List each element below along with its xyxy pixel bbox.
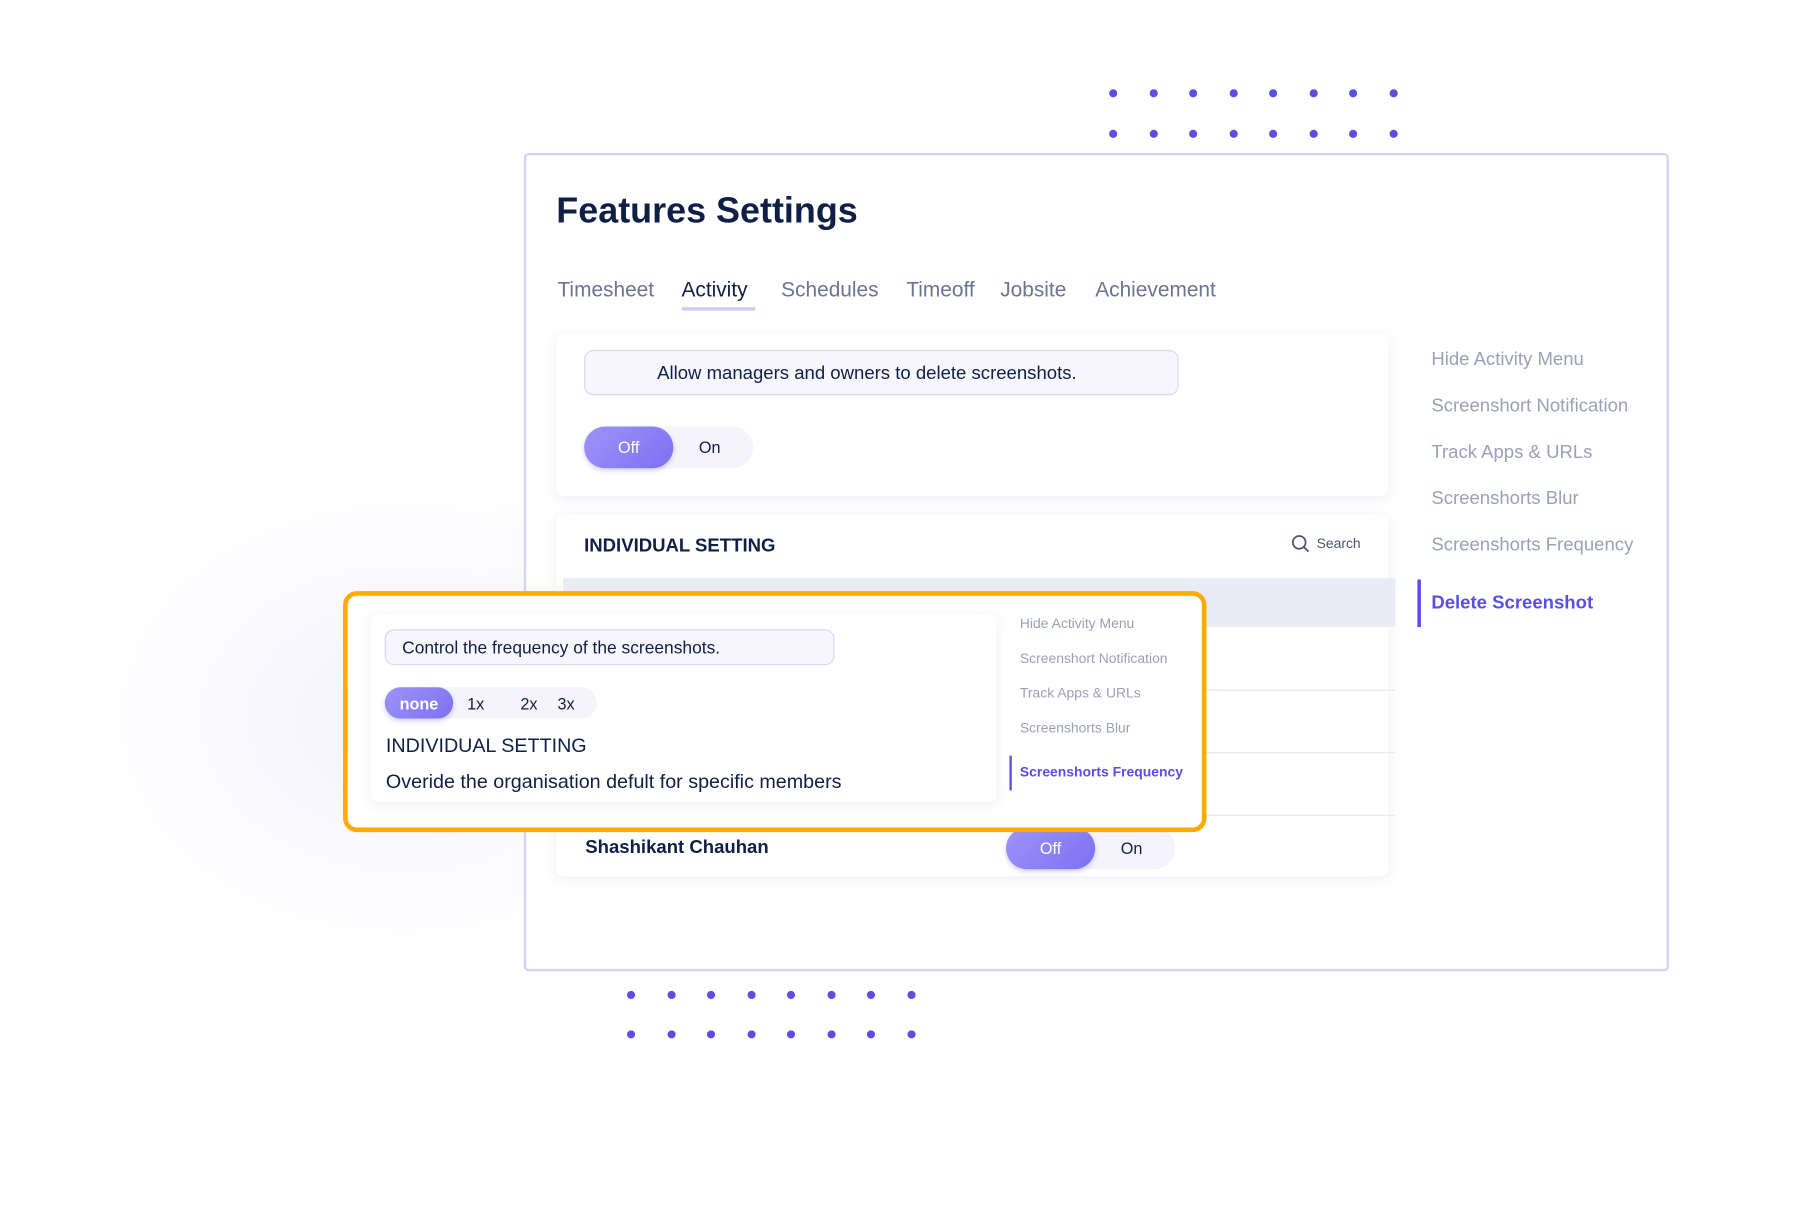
decorative-dot xyxy=(786,1030,796,1039)
decorative-dot xyxy=(1189,129,1198,138)
decorative-dot xyxy=(1309,129,1318,138)
nav-screenshot-notification[interactable]: Screenshort Notification xyxy=(1020,650,1168,666)
toggle-on-option[interactable]: On xyxy=(1121,839,1143,858)
nav-screenshots-frequency[interactable]: Screenshorts Frequency xyxy=(1020,764,1183,780)
option-none[interactable]: none xyxy=(384,687,454,719)
overlay-subtext: Overide the organisation defult for spec… xyxy=(385,770,842,793)
decorative-dot xyxy=(1389,129,1398,138)
decorative-dot xyxy=(1269,89,1278,98)
decorative-dot xyxy=(786,990,796,1000)
active-nav-indicator xyxy=(1009,755,1012,791)
decorative-dot xyxy=(1149,89,1158,98)
decorative-dot xyxy=(666,990,676,1000)
decorative-dot xyxy=(1269,129,1278,138)
tab-timeoff[interactable]: Timeoff xyxy=(906,278,974,302)
decorative-dot xyxy=(627,990,636,1000)
tab-activity[interactable]: Activity xyxy=(681,278,747,302)
decorative-dot xyxy=(1109,129,1118,138)
active-nav-indicator xyxy=(1417,579,1421,628)
nav-screenshots-frequency[interactable]: Screenshorts Frequency xyxy=(1431,535,1633,556)
decorative-dot xyxy=(1109,89,1118,98)
stage: Features Settings Timesheet Activity Sch… xyxy=(0,0,1808,1215)
nav-screenshots-blur[interactable]: Screenshorts Blur xyxy=(1431,489,1578,510)
decorative-dot xyxy=(1349,129,1358,138)
delete-screenshot-toggle[interactable]: Off On xyxy=(584,426,754,469)
tab-timesheet[interactable]: Timesheet xyxy=(557,278,654,302)
decorative-dot xyxy=(746,990,756,1000)
row-divider xyxy=(1205,689,1396,691)
toggle-on-option[interactable]: On xyxy=(699,438,721,457)
row-divider xyxy=(1205,752,1396,754)
decorative-dot xyxy=(1229,129,1238,138)
search-icon xyxy=(1291,535,1310,553)
decorative-dot xyxy=(906,990,916,1000)
frequency-selector[interactable]: none 1x 2x 3x xyxy=(384,687,597,719)
nav-screenshots-blur[interactable]: Screenshorts Blur xyxy=(1020,720,1131,736)
search-button[interactable]: Search xyxy=(1291,534,1361,553)
decorative-dot xyxy=(666,1030,676,1039)
option-1x[interactable]: 1x xyxy=(467,694,484,713)
decorative-dot xyxy=(746,1030,756,1039)
overlay-heading: INDIVIDUAL SETTING xyxy=(385,734,587,757)
option-3x[interactable]: 3x xyxy=(557,694,574,713)
decorative-dot xyxy=(1149,129,1158,138)
decorative-dot xyxy=(866,1030,876,1039)
setting-description: Allow managers and owners to delete scre… xyxy=(584,350,1179,396)
search-label: Search xyxy=(1316,535,1361,552)
decorative-dot xyxy=(706,1030,716,1039)
option-2x[interactable]: 2x xyxy=(520,694,537,713)
active-tab-indicator xyxy=(681,307,756,311)
toggle-off-option[interactable]: Off xyxy=(1005,827,1096,870)
nav-delete-screenshot[interactable]: Delete Screenshot xyxy=(1431,593,1593,614)
tab-schedules[interactable]: Schedules xyxy=(781,278,878,302)
decorative-dot xyxy=(627,1030,636,1039)
decorative-dot xyxy=(1349,89,1358,98)
individual-setting-heading: INDIVIDUAL SETTING xyxy=(584,536,776,557)
decorative-dot xyxy=(906,1030,916,1039)
member-name: Shashikant Chauhan xyxy=(585,837,769,858)
page-title: Features Settings xyxy=(556,190,858,231)
decorative-dot xyxy=(706,990,716,1000)
decorative-dot xyxy=(826,1030,836,1039)
row-divider xyxy=(1205,814,1396,816)
nav-hide-activity-menu[interactable]: Hide Activity Menu xyxy=(1020,615,1134,631)
tab-jobsite[interactable]: Jobsite xyxy=(1000,278,1066,302)
nav-track-apps-urls[interactable]: Track Apps & URLs xyxy=(1431,443,1592,464)
decorative-dot xyxy=(1309,89,1318,98)
toggle-off-option[interactable]: Off xyxy=(584,426,674,469)
tab-achievement[interactable]: Achievement xyxy=(1095,278,1216,302)
decorative-dot xyxy=(866,990,876,1000)
nav-track-apps-urls[interactable]: Track Apps & URLs xyxy=(1020,685,1141,701)
member-toggle[interactable]: Off On xyxy=(1005,827,1176,870)
decorative-dot xyxy=(1189,89,1198,98)
nav-screenshot-notification[interactable]: Screenshort Notification xyxy=(1431,396,1628,417)
decorative-dot xyxy=(826,990,836,1000)
frequency-description: Control the frequency of the screenshots… xyxy=(384,629,835,666)
decorative-dot xyxy=(1389,89,1398,98)
decorative-dot xyxy=(1229,89,1238,98)
nav-hide-activity-menu[interactable]: Hide Activity Menu xyxy=(1431,350,1584,371)
